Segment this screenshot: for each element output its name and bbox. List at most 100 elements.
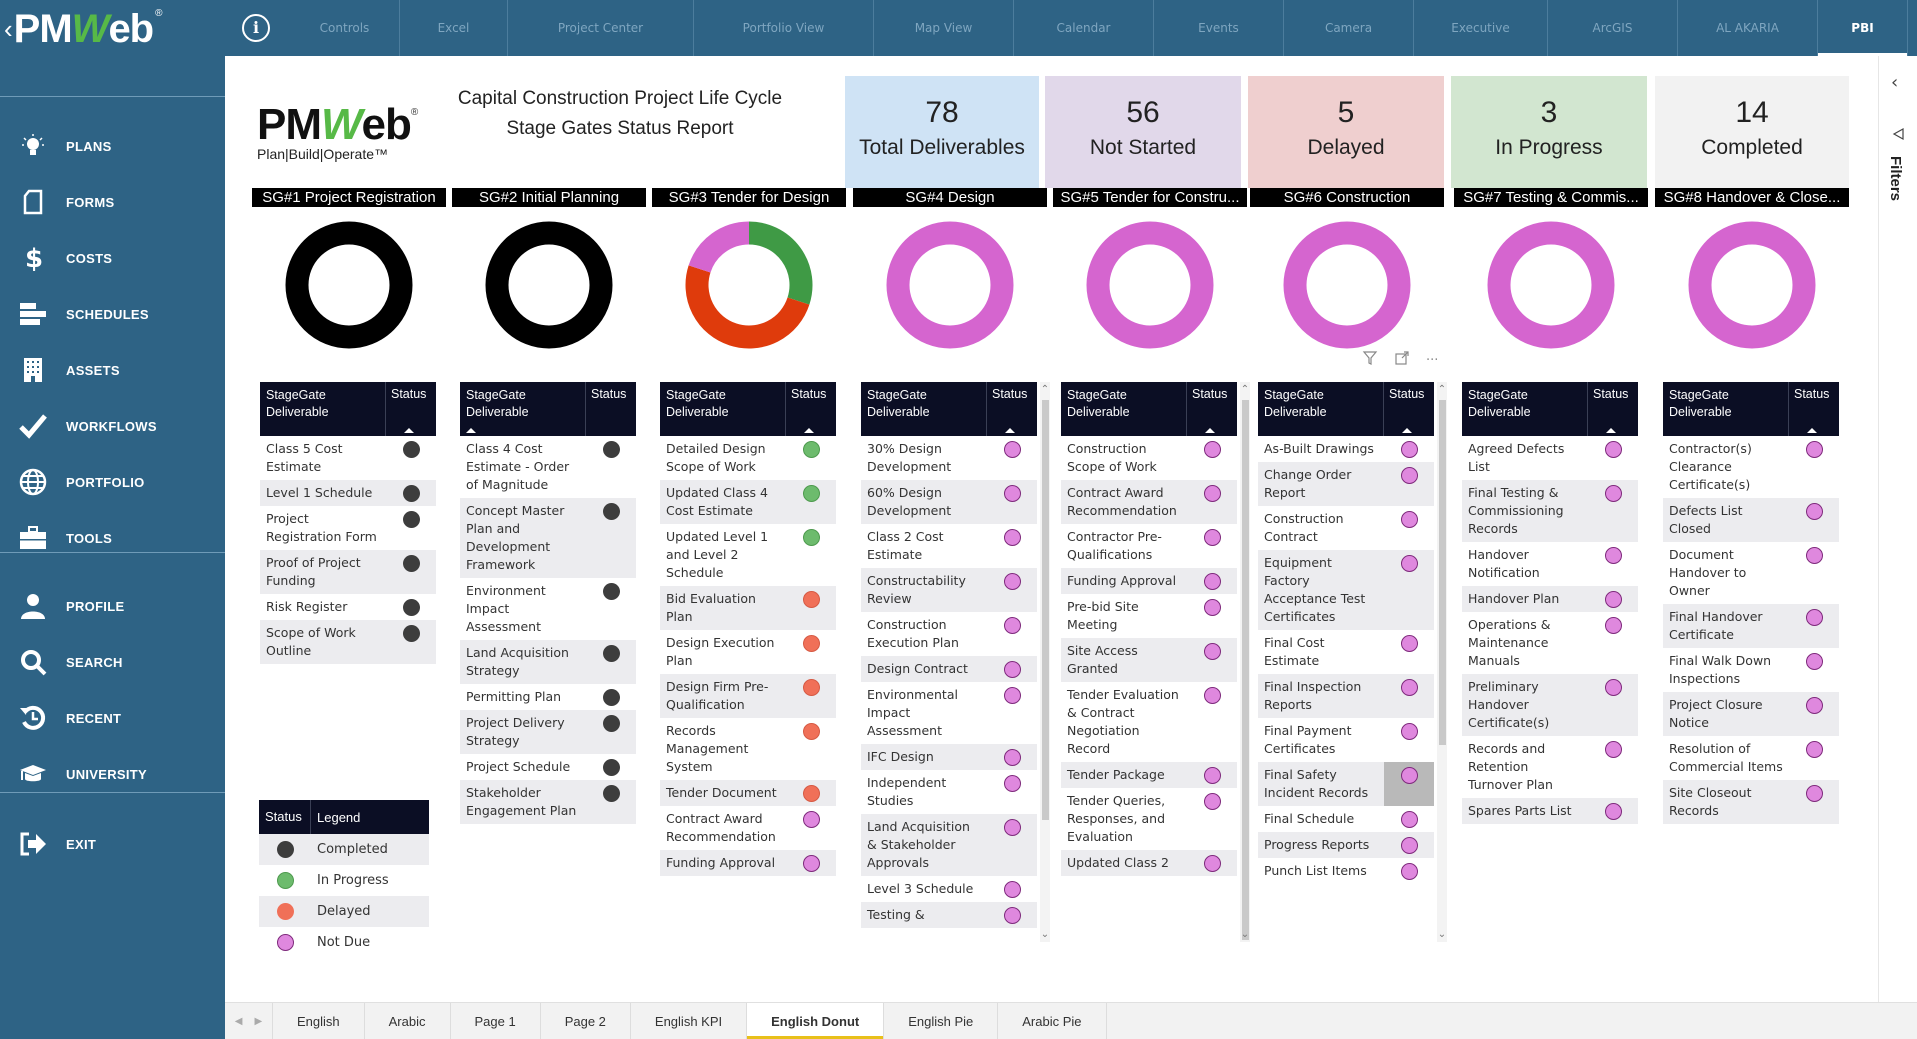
table-row[interactable]: Tender Evaluation & Contract Negotiation…: [1061, 682, 1237, 762]
sidebar-item-tools[interactable]: TOOLS: [0, 518, 225, 558]
column-header-status[interactable]: Status: [1187, 382, 1237, 436]
table-row[interactable]: Operations & Maintenance Manuals: [1462, 612, 1638, 674]
page-tab-english-pie[interactable]: English Pie: [884, 1003, 999, 1039]
top-tab-map-view[interactable]: Map View: [874, 0, 1014, 56]
table-row[interactable]: Design Execution Plan: [660, 630, 836, 674]
sort-ascending-icon[interactable]: [1402, 428, 1412, 433]
scrollbar-thumb[interactable]: [1242, 400, 1249, 940]
donut-slice-completed[interactable]: [485, 221, 613, 349]
page-tab-arabic[interactable]: Arabic: [365, 1003, 451, 1039]
scrollbar-thumb[interactable]: [1042, 400, 1049, 820]
sort-ascending-icon[interactable]: [404, 428, 414, 433]
table-row[interactable]: Final Safety Incident Records: [1258, 762, 1434, 806]
column-header-deliverable[interactable]: StageGate Deliverable: [1258, 382, 1384, 436]
table-row[interactable]: Handover Notification: [1462, 542, 1638, 586]
table-row[interactable]: Contractor Pre-Qualifications: [1061, 524, 1237, 568]
table-row[interactable]: Project Registration Form: [260, 506, 436, 550]
donut-chart[interactable]: [285, 221, 413, 349]
table-row[interactable]: Agreed Defects List: [1462, 436, 1638, 480]
filters-pane[interactable]: ‹ Filters: [1878, 56, 1917, 1002]
table-row[interactable]: Stakeholder Engagement Plan: [460, 780, 636, 824]
table-row[interactable]: Project Schedule: [460, 754, 636, 780]
table-row[interactable]: Spares Parts List: [1462, 798, 1638, 824]
donut-chart[interactable]: [1688, 221, 1816, 349]
sort-ascending-icon[interactable]: [1807, 428, 1817, 433]
table-row[interactable]: Tender Document: [660, 780, 836, 806]
table-row[interactable]: Document Handover to Owner: [1663, 542, 1839, 604]
focus-mode-icon[interactable]: [1394, 350, 1410, 370]
donut-chart[interactable]: [886, 221, 1014, 349]
top-tab-camera[interactable]: Camera: [1284, 0, 1414, 56]
next-page-icon[interactable]: ▶: [255, 1016, 263, 1027]
sidebar-item-search[interactable]: SEARCH: [0, 642, 225, 682]
table-row[interactable]: Records Management System: [660, 718, 836, 780]
sidebar-item-schedules[interactable]: SCHEDULES: [0, 294, 225, 334]
pmweb-logo[interactable]: ‹ PM Web ®: [4, 6, 163, 52]
table-row[interactable]: Construction Scope of Work: [1061, 436, 1237, 480]
top-tab-calendar[interactable]: Calendar: [1014, 0, 1154, 56]
kpi-card-completed[interactable]: 14 Completed: [1655, 76, 1849, 188]
column-header-deliverable[interactable]: StageGate Deliverable: [460, 382, 586, 436]
top-tab-al-akaria[interactable]: AL AKARIA: [1678, 0, 1818, 56]
table-row[interactable]: Equipment Factory Acceptance Test Certif…: [1258, 550, 1434, 630]
sidebar-item-workflows[interactable]: WORKFLOWS: [0, 406, 225, 446]
column-header-deliverable[interactable]: StageGate Deliverable: [1462, 382, 1588, 436]
sidebar-item-assets[interactable]: ASSETS: [0, 350, 225, 390]
scroll-up-icon[interactable]: ⌃: [1040, 384, 1050, 395]
more-options-icon[interactable]: ···: [1426, 353, 1438, 368]
table-row[interactable]: Design Contract: [861, 656, 1037, 682]
table-row[interactable]: Bid Evaluation Plan: [660, 586, 836, 630]
table-row[interactable]: Resolution of Commercial Items: [1663, 736, 1839, 780]
table-row[interactable]: Pre-bid Site Meeting: [1061, 594, 1237, 638]
donut-slice-in-progress[interactable]: [748, 221, 813, 305]
table-row[interactable]: Scope of Work Outline: [260, 620, 436, 664]
column-header-status[interactable]: Status: [1588, 382, 1638, 436]
sort-ascending-icon[interactable]: [804, 428, 814, 433]
table-row[interactable]: Constructability Review: [861, 568, 1037, 612]
scroll-up-icon[interactable]: ⌃: [1437, 384, 1447, 395]
donut-slice-delayed[interactable]: [685, 265, 810, 349]
table-row[interactable]: Design Firm Pre-Qualification: [660, 674, 836, 718]
donut-slice-not-due[interactable]: [1487, 221, 1615, 349]
top-tab-portfolio-view[interactable]: Portfolio View: [694, 0, 874, 56]
sidebar-item-recent[interactable]: RECENT: [0, 698, 225, 738]
top-tab-project-center[interactable]: Project Center: [508, 0, 694, 56]
top-tab-arcgis[interactable]: ArcGIS: [1548, 0, 1678, 56]
info-icon[interactable]: i: [242, 14, 270, 42]
table-row[interactable]: Environment Impact Assessment: [460, 578, 636, 640]
prev-page-icon[interactable]: ◀: [235, 1016, 243, 1027]
filter-icon[interactable]: [1362, 350, 1378, 370]
sort-ascending-icon[interactable]: [466, 428, 476, 433]
back-chevron-icon[interactable]: ‹: [4, 14, 13, 45]
table-row[interactable]: Contract Award Recommendation: [1061, 480, 1237, 524]
table-row[interactable]: 30% Design Development: [861, 436, 1037, 480]
table-row[interactable]: Project Closure Notice: [1663, 692, 1839, 736]
collapse-filters-chevron-icon[interactable]: ‹: [1891, 72, 1898, 93]
kpi-card-total-deliverables[interactable]: 78 Total Deliverables: [845, 76, 1039, 188]
table-row[interactable]: Construction Contract: [1258, 506, 1434, 550]
scroll-up-icon[interactable]: ⌃: [1240, 384, 1250, 395]
table-row[interactable]: Tender Queries, Responses, and Evaluatio…: [1061, 788, 1237, 850]
column-header-deliverable[interactable]: StageGate Deliverable: [1663, 382, 1789, 436]
scrollbar-thumb[interactable]: [1439, 400, 1446, 745]
top-tab-events[interactable]: Events: [1154, 0, 1284, 56]
page-tab-english[interactable]: English: [273, 1003, 365, 1039]
sort-ascending-icon[interactable]: [1005, 428, 1015, 433]
sidebar-item-portfolio[interactable]: PORTFOLIO: [0, 462, 225, 502]
table-row[interactable]: Funding Approval: [1061, 568, 1237, 594]
donut-slice-not-due[interactable]: [1086, 221, 1214, 349]
donut-slice-completed[interactable]: [285, 221, 413, 349]
sidebar-item-forms[interactable]: FORMS: [0, 182, 225, 222]
table-row[interactable]: Punch List Items: [1258, 858, 1434, 884]
table-row[interactable]: Detailed Design Scope of Work: [660, 436, 836, 480]
table-row[interactable]: Site Closeout Records: [1663, 780, 1839, 824]
table-row[interactable]: Updated Class 2: [1061, 850, 1237, 876]
table-row[interactable]: Final Handover Certificate: [1663, 604, 1839, 648]
table-row[interactable]: Level 1 Schedule: [260, 480, 436, 506]
sidebar-item-exit[interactable]: EXIT: [0, 824, 225, 864]
column-header-status[interactable]: Status: [1384, 382, 1434, 436]
top-tab-executive[interactable]: Executive: [1414, 0, 1548, 56]
table-row[interactable]: Final Schedule: [1258, 806, 1434, 832]
table-row[interactable]: Site Access Granted: [1061, 638, 1237, 682]
column-header-deliverable[interactable]: StageGate Deliverable: [660, 382, 786, 436]
